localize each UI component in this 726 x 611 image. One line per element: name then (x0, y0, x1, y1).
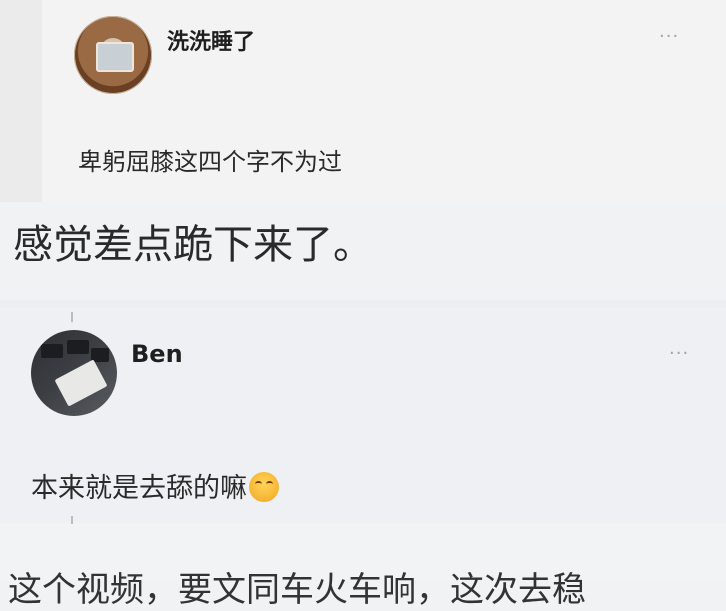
more-options-icon[interactable]: ··· (669, 343, 689, 364)
comment-text-content: 本来就是去舔的嘛 (31, 473, 247, 504)
keyboard-key-icon (67, 340, 89, 354)
username[interactable]: 洗洗睡了 (167, 24, 255, 56)
thread-tick (71, 312, 73, 322)
left-background-strip (0, 0, 42, 202)
face-with-tears-of-joy-icon (249, 472, 279, 502)
paper-icon (54, 359, 108, 407)
avatar[interactable] (74, 16, 152, 94)
partial-bottom-text: 这个视频，要文同车火车响，这次去稳 (8, 570, 586, 610)
divider (0, 300, 726, 308)
username[interactable]: Ben (131, 340, 183, 368)
caption-text: 感觉差点跪下来了。 (13, 222, 373, 268)
comment-text: 本来就是去舔的嘛 (31, 466, 279, 505)
comment-text: 卑躬屈膝这四个字不为过 (78, 148, 342, 176)
avatar[interactable] (31, 330, 117, 416)
more-options-icon[interactable]: ··· (659, 26, 679, 47)
phone-image-icon (96, 42, 134, 72)
keyboard-key-icon (41, 344, 63, 358)
